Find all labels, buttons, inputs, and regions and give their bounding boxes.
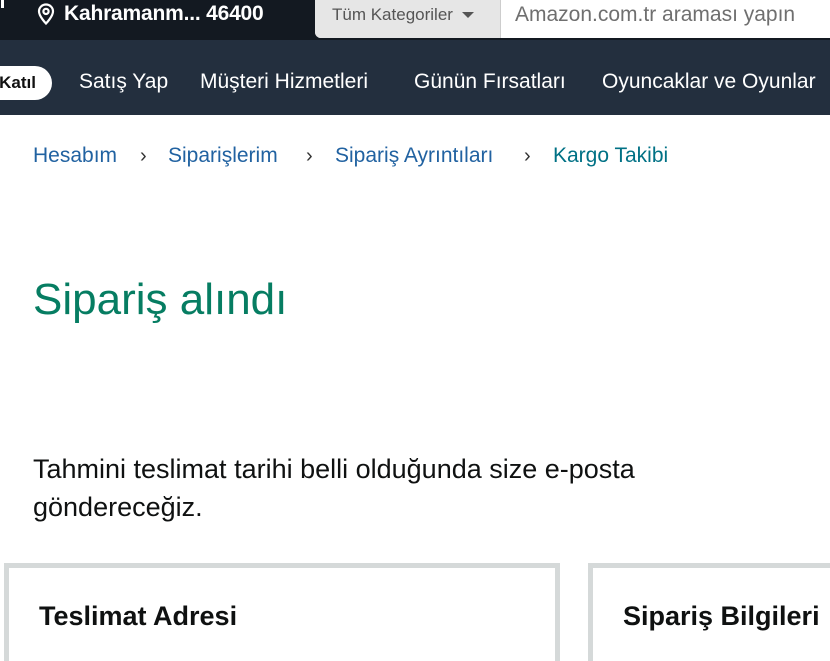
order-info-card: Sipariş Bilgileri: [588, 563, 830, 661]
top-header: Kahramanm... 46400 Tüm Kategoriler: [0, 0, 830, 40]
nav-item-customer-service[interactable]: Müşteri Hizmetleri: [200, 70, 368, 94]
delivery-location[interactable]: Kahramanm... 46400: [34, 2, 264, 26]
nav-item-deals[interactable]: Günün Fırsatları: [414, 70, 566, 94]
search-input[interactable]: [501, 0, 830, 38]
breadcrumb-tracking: Kargo Takibi: [553, 144, 669, 167]
card-title: Sipariş Bilgileri: [623, 601, 820, 631]
search-category-label: Tüm Kategoriler: [332, 5, 453, 24]
join-button-label: Katıl: [0, 73, 36, 92]
card-title: Teslimat Adresi: [39, 601, 238, 631]
breadcrumb-separator: ›: [140, 145, 147, 167]
breadcrumb-my-orders[interactable]: Siparişlerim: [168, 144, 278, 168]
nav-item-toys-games[interactable]: Oyuncaklar ve Oyunlar: [602, 70, 816, 94]
search-category-dropdown[interactable]: Tüm Kategoriler: [315, 0, 501, 38]
nav-item-sell[interactable]: Satış Yap: [79, 70, 168, 94]
join-button[interactable]: Katıl: [0, 66, 52, 100]
shipping-address-card: Teslimat Adresi: [4, 563, 560, 661]
delivery-notice: Tahmini teslimat tarihi belli olduğunda …: [33, 454, 635, 522]
breadcrumb-separator: ›: [306, 145, 313, 167]
breadcrumb-separator: ›: [524, 145, 531, 167]
location-text: Kahramanm... 46400: [64, 2, 264, 25]
breadcrumb-my-account[interactable]: Hesabım: [33, 144, 117, 168]
breadcrumb-order-details[interactable]: Sipariş Ayrıntıları: [335, 144, 493, 168]
search-bar: Tüm Kategoriler: [315, 0, 830, 38]
nav-bar: Katıl Satış Yap Müşteri Hizmetleri Günün…: [0, 40, 830, 115]
page-title: Sipariş alındı: [33, 275, 288, 324]
menu-icon[interactable]: [0, 0, 4, 8]
breadcrumb: Hesabım › Siparişlerim › Sipariş Ayrıntı…: [0, 144, 830, 170]
caret-down-icon: [461, 12, 474, 18]
location-pin-icon: [37, 3, 55, 26]
